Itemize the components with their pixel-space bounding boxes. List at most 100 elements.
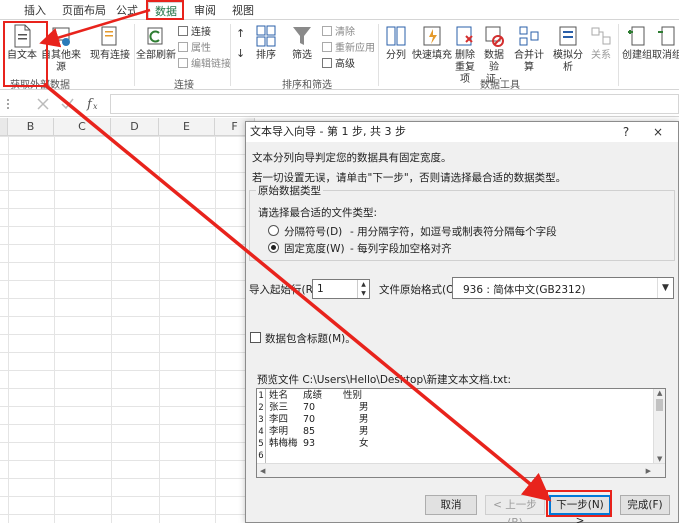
flash-fill-icon: [423, 26, 441, 46]
cancel-icon[interactable]: [36, 97, 50, 111]
row-gridline: [0, 136, 250, 137]
file-origin-value: 936 : 简体中文(GB2312): [463, 284, 586, 296]
finish-button[interactable]: 完成(F): [620, 495, 670, 515]
tab-insert[interactable]: 插入: [18, 2, 52, 20]
clear-button[interactable]: 清除: [322, 26, 355, 39]
scroll-up-icon[interactable]: ▲: [657, 389, 662, 397]
group-button[interactable]: 创建组: [622, 24, 652, 62]
help-button[interactable]: ?: [616, 122, 636, 142]
chevron-down-icon[interactable]: ▼: [657, 278, 673, 298]
separator: [230, 24, 231, 86]
preview-cell-name: 李明: [269, 426, 289, 437]
edit-links-button[interactable]: 编辑链接: [178, 58, 231, 71]
ungroup-button[interactable]: 取消组: [652, 24, 679, 62]
spin-down-icon[interactable]: ▼: [358, 289, 369, 298]
start-row-value: 1: [317, 283, 324, 295]
separator: [134, 24, 135, 86]
formula-bar: fx: [0, 91, 679, 117]
from-other-sources-button[interactable]: 自其他来源: [38, 24, 84, 74]
column-header-c[interactable]: C: [54, 118, 111, 136]
scroll-right-icon[interactable]: ▶: [646, 467, 651, 475]
tab-formulas[interactable]: 公式: [110, 2, 144, 20]
confirm-icon[interactable]: [60, 97, 74, 111]
properties-button[interactable]: 属性: [178, 42, 211, 55]
advanced-button[interactable]: 高级: [322, 58, 355, 71]
tab-review[interactable]: 审阅: [188, 2, 222, 20]
remove-duplicates-icon: [456, 26, 473, 46]
preview-cell-gender: 男: [359, 402, 369, 413]
row-gridline: [0, 280, 250, 281]
column-header-d[interactable]: D: [111, 118, 159, 136]
horizontal-scrollbar[interactable]: ◀ ▶: [257, 463, 665, 477]
vertical-scrollbar[interactable]: ▲ ▼: [653, 389, 665, 463]
corner-header[interactable]: [0, 118, 8, 136]
start-row-spinner[interactable]: 1 ▲ ▼: [312, 279, 370, 299]
sort-label: 排序: [256, 50, 276, 61]
previous-button[interactable]: < 上一步(B): [485, 495, 545, 523]
consolidate-button[interactable]: 合并计算: [510, 24, 548, 74]
option-fixed-label[interactable]: 固定宽度(W): [284, 241, 345, 256]
clear-label: 清除: [335, 27, 355, 38]
sort-ascending-button[interactable]: ↑: [236, 28, 245, 40]
name-box-dropdown-icon[interactable]: [4, 98, 12, 110]
close-button[interactable]: ×: [648, 122, 668, 142]
scroll-down-icon[interactable]: ▼: [657, 455, 662, 463]
connections-button[interactable]: 连接: [178, 26, 211, 39]
tab-page-layout[interactable]: 页面布局: [56, 2, 112, 20]
has-headers-checkbox[interactable]: [250, 332, 261, 343]
preview-row-number: 5: [258, 439, 264, 449]
group-title: 原始数据类型: [256, 183, 323, 198]
filter-button[interactable]: 筛选: [288, 24, 316, 62]
radio-delimited[interactable]: [268, 225, 279, 236]
what-if-icon: [559, 26, 577, 46]
reapply-label: 重新应用: [335, 43, 375, 54]
edit-links-icon: [178, 58, 188, 68]
file-origin-select[interactable]: 936 : 简体中文(GB2312) ▼: [452, 277, 674, 299]
existing-connections-button[interactable]: 现有连接: [90, 24, 130, 62]
row-gridline: [0, 388, 250, 389]
row-gridline: [0, 298, 250, 299]
preview-cell-gender: 男: [359, 426, 369, 437]
sort-button[interactable]: 排序: [252, 24, 280, 62]
cancel-button[interactable]: 取消: [425, 495, 477, 515]
from-text-button[interactable]: 自文本: [6, 24, 38, 62]
svg-text:x: x: [93, 102, 98, 111]
remove-duplicates-label-1: 删除: [455, 50, 475, 61]
data-validation-label-1: 数据验: [484, 50, 504, 73]
spin-up-icon[interactable]: ▲: [358, 280, 369, 289]
text-to-columns-button[interactable]: 分列: [382, 24, 410, 62]
formula-input[interactable]: [110, 94, 679, 114]
row-gridline: [0, 226, 250, 227]
reapply-icon: [322, 42, 332, 52]
refresh-all-button[interactable]: 全部刷新: [136, 24, 176, 62]
text-to-columns-icon: [386, 26, 406, 46]
preview-pane[interactable]: 1 姓名 成绩 性别 2 张三 70 男 3 李四 70 男 4 李明 85 男 5 韩梅梅 93 女 6 ▲ ▼ ◀ …: [256, 388, 666, 478]
flash-fill-button[interactable]: 快速填充: [412, 24, 452, 62]
column-header-e[interactable]: E: [159, 118, 215, 136]
row-gridline: [0, 460, 250, 461]
row-gridline: [0, 244, 250, 245]
connections-label: 连接: [191, 27, 211, 38]
row-gridline: [0, 262, 250, 263]
scroll-left-icon[interactable]: ◀: [260, 467, 265, 475]
tab-view[interactable]: 视图: [226, 2, 260, 20]
original-data-type-group: 原始数据类型 请选择最合适的文件类型: 分隔符号(D) - 用分隔字符，如逗号或…: [249, 183, 675, 261]
what-if-analysis-button[interactable]: 模拟分析: [549, 24, 587, 74]
remove-duplicates-label-2: 重复项: [455, 62, 475, 85]
other-sources-icon: [52, 27, 70, 46]
remove-duplicates-button[interactable]: 删除 重复项: [452, 24, 478, 86]
sort-descending-button[interactable]: ↓: [236, 48, 245, 60]
scroll-thumb[interactable]: [656, 399, 663, 411]
reapply-button[interactable]: 重新应用: [322, 42, 375, 55]
function-icon[interactable]: fx: [86, 95, 102, 111]
preview-row-number: 3: [258, 415, 264, 425]
next-button[interactable]: 下一步(N) >: [549, 495, 611, 523]
has-headers-label[interactable]: 数据包含标题(M)。: [265, 331, 356, 346]
option-delimited-label[interactable]: 分隔符号(D): [284, 224, 342, 239]
column-header-b[interactable]: B: [8, 118, 54, 136]
tab-data[interactable]: 数据: [148, 2, 184, 20]
group-get-external-data: 获取外部数据: [10, 80, 70, 91]
relationships-button[interactable]: 关系: [588, 24, 614, 62]
radio-fixed-width[interactable]: [268, 242, 279, 253]
refresh-all-label: 全部刷新: [136, 50, 176, 61]
